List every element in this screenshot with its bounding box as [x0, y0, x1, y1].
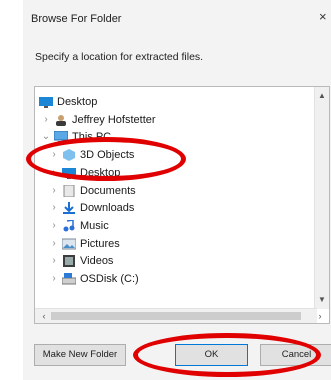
scroll-up-icon[interactable]: ▲: [315, 89, 329, 103]
tree-item-label: Videos: [80, 255, 114, 268]
documents-icon: [62, 184, 76, 197]
chevron-right-icon[interactable]: ›: [49, 217, 59, 235]
horizontal-scroll-thumb[interactable]: [51, 312, 301, 320]
tree-item-label: This PC: [72, 131, 112, 144]
dialog-title: Browse For Folder: [31, 13, 122, 25]
scroll-right-icon[interactable]: ›: [313, 309, 327, 323]
drive-icon: [61, 273, 77, 285]
close-icon[interactable]: ×: [319, 9, 327, 24]
scroll-left-icon[interactable]: ‹: [37, 309, 51, 323]
horizontal-scrollbar[interactable]: ‹ ›: [35, 308, 322, 323]
cube-icon: [62, 149, 76, 162]
videos-icon: [62, 255, 76, 268]
chevron-right-icon[interactable]: ›: [49, 235, 59, 253]
chevron-right-icon[interactable]: ›: [49, 199, 59, 217]
browse-for-folder-dialog: Browse For Folder × Specify a location f…: [23, 0, 331, 380]
computer-icon: [53, 130, 69, 144]
desktop-icon: [39, 96, 53, 108]
cancel-button[interactable]: Cancel: [260, 344, 331, 366]
user-icon: [54, 114, 68, 126]
tree-item-label: Documents: [80, 184, 136, 197]
vertical-scrollbar[interactable]: ▲ ▼: [314, 87, 329, 309]
chevron-right-icon[interactable]: ›: [49, 252, 59, 270]
tree-item-label: 3D Objects: [80, 149, 135, 162]
tree-item-label: Music: [80, 219, 109, 232]
make-new-folder-button[interactable]: Make New Folder: [34, 344, 126, 366]
chevron-down-icon[interactable]: ⌄: [41, 128, 51, 146]
chevron-right-icon[interactable]: ›: [49, 182, 59, 200]
tree-item-label: OSDisk (C:): [80, 273, 139, 285]
desktop-icon: [62, 167, 76, 179]
instruction-text: Specify a location for extracted files.: [35, 51, 204, 63]
tree-item-label: Jeffrey Hofstetter: [72, 113, 156, 126]
ok-button[interactable]: OK: [175, 344, 248, 366]
chevron-right-icon[interactable]: ›: [41, 111, 51, 129]
pictures-icon: [61, 238, 77, 250]
tree-item-label: Desktop: [80, 166, 121, 179]
music-icon: [62, 219, 76, 232]
chevron-right-icon[interactable]: ›: [49, 146, 59, 164]
folder-tree[interactable]: Desktop › Jeffrey Hofstetter ⌄ This PC › 3D Ob…: [34, 86, 330, 324]
tree-item-label: Pictures: [80, 237, 120, 250]
download-icon: [62, 202, 76, 215]
tree-item-label: Desktop: [57, 96, 98, 108]
scroll-down-icon[interactable]: ▼: [315, 293, 329, 307]
chevron-right-icon[interactable]: ›: [49, 270, 59, 288]
tree-item-label: Downloads: [80, 202, 135, 215]
chevron-right-icon[interactable]: ›: [49, 164, 59, 182]
